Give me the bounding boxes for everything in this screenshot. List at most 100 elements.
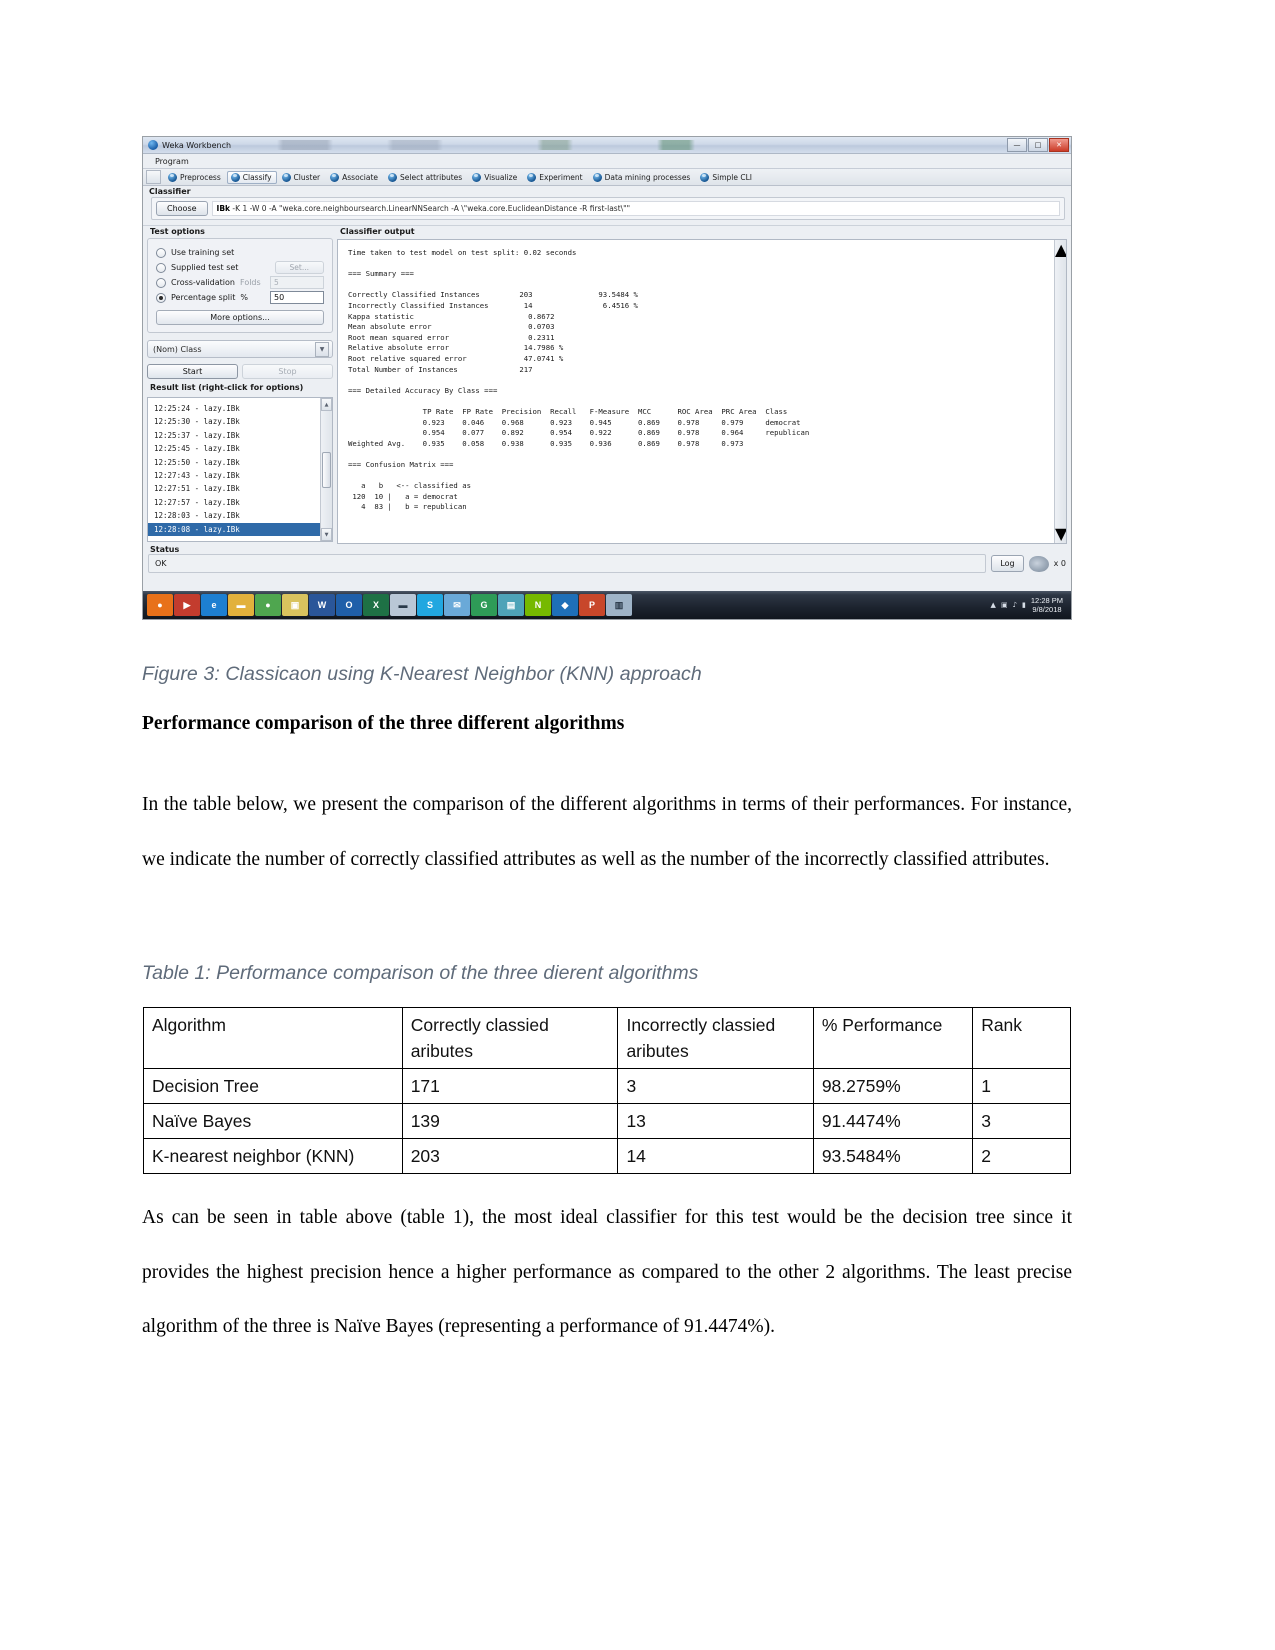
tab-select-attributes[interactable]: Select attributes bbox=[384, 171, 467, 184]
weka-app-icon bbox=[148, 140, 158, 150]
grammarly-icon[interactable]: G bbox=[471, 594, 497, 616]
list-item[interactable]: 12:28:03 - lazy.IBk bbox=[154, 509, 320, 522]
clock-date: 9/8/2018 bbox=[1032, 605, 1062, 614]
document-icon[interactable]: ▥ bbox=[606, 594, 632, 616]
tab-data-mining-processes[interactable]: Data mining processes bbox=[589, 171, 696, 184]
paragraph-1: In the table below, we present the compa… bbox=[142, 794, 1072, 870]
set-button[interactable]: Set... bbox=[274, 261, 324, 274]
maximize-button[interactable]: □ bbox=[1028, 138, 1048, 152]
minimize-button[interactable]: — bbox=[1007, 138, 1027, 152]
camera-icon[interactable]: ▣ bbox=[282, 594, 308, 616]
folder-icon[interactable]: ▬ bbox=[228, 594, 254, 616]
radio-icon[interactable] bbox=[156, 277, 166, 288]
more-options-button[interactable]: More options... bbox=[156, 310, 324, 325]
tab-preprocess[interactable]: Preprocess bbox=[164, 171, 226, 184]
percentage-split-input[interactable]: 50 bbox=[270, 291, 324, 304]
drive-icon[interactable]: ▤ bbox=[498, 594, 524, 616]
list-item[interactable]: 12:25:45 - lazy.IBk bbox=[154, 442, 320, 455]
titlebar-background bbox=[237, 140, 1000, 150]
mail-icon[interactable]: ✉ bbox=[444, 594, 470, 616]
tabstrip-corner-button[interactable] bbox=[146, 170, 161, 184]
list-item[interactable]: 12:27:57 - lazy.IBk bbox=[154, 496, 320, 509]
list-item[interactable]: 12:25:37 - lazy.IBk bbox=[154, 429, 320, 442]
list-item[interactable]: 12:27:43 - lazy.IBk bbox=[154, 469, 320, 482]
performance-comparison-table: Algorithm Correctly classied aributes In… bbox=[143, 1007, 1071, 1174]
cell-algorithm: K-nearest neighbor (KNN) bbox=[143, 1138, 403, 1174]
radio-icon[interactable] bbox=[156, 247, 166, 258]
option-percentage-split[interactable]: Percentage split % 50 bbox=[156, 290, 324, 305]
excel-icon[interactable]: X bbox=[363, 594, 389, 616]
classifier-output-scrollbar[interactable]: ▲ ▼ bbox=[1054, 240, 1066, 543]
tray-battery-icon[interactable]: ▣ bbox=[1001, 601, 1008, 609]
chevron-down-icon[interactable]: ▼ bbox=[315, 341, 329, 357]
stop-button[interactable]: Stop bbox=[242, 364, 333, 379]
tab-associate[interactable]: Associate bbox=[326, 171, 383, 184]
start-button[interactable]: Start bbox=[147, 364, 238, 379]
outlook-icon[interactable]: O bbox=[336, 594, 362, 616]
test-options-caption: Test options bbox=[150, 227, 205, 236]
classifier-output-text: Time taken to test model on test split: … bbox=[348, 248, 810, 512]
scrollbar-thumb[interactable] bbox=[322, 451, 331, 488]
scroll-up-icon[interactable]: ▲ bbox=[321, 398, 332, 411]
scroll-down-icon[interactable]: ▼ bbox=[321, 528, 332, 541]
tab-cluster[interactable]: Cluster bbox=[278, 171, 326, 184]
explorer-icon[interactable]: ▬ bbox=[390, 594, 416, 616]
firefox-icon[interactable]: ● bbox=[147, 594, 173, 616]
menubar: Program bbox=[143, 154, 1071, 169]
table-header-row: Algorithm Correctly classied aributes In… bbox=[143, 1007, 1071, 1069]
list-item[interactable]: 12:25:50 - lazy.IBk bbox=[154, 456, 320, 469]
skype-icon[interactable]: S bbox=[417, 594, 443, 616]
percent-label: % bbox=[240, 293, 248, 302]
class-attribute-select[interactable]: (Nom) Class ▼ bbox=[147, 340, 333, 358]
cell-incorrect: 13 bbox=[617, 1103, 814, 1139]
tab-simple-cli[interactable]: Simple CLI bbox=[696, 171, 757, 184]
tab-experiment[interactable]: Experiment bbox=[523, 171, 587, 184]
cell-performance: 98.2759% bbox=[812, 1068, 974, 1104]
tab-visualize[interactable]: Visualize bbox=[468, 171, 522, 184]
scroll-down-icon[interactable]: ▼ bbox=[1055, 524, 1066, 543]
list-item-selected[interactable]: 12:28:08 - lazy.IBk bbox=[148, 522, 320, 537]
radio-icon[interactable] bbox=[156, 292, 166, 303]
internet-explorer-icon[interactable]: e bbox=[201, 594, 227, 616]
status-label: Status bbox=[150, 545, 180, 554]
classifier-group-label: Classifier bbox=[149, 187, 191, 196]
header-correctly-classified: Correctly classied aributes bbox=[401, 1007, 619, 1069]
option-cross-validation[interactable]: Cross-validation Folds 5 bbox=[156, 275, 324, 290]
folds-input[interactable]: 5 bbox=[270, 276, 324, 289]
list-item[interactable]: 12:25:24 - lazy.IBk bbox=[154, 402, 320, 415]
app-icon[interactable]: ◆ bbox=[552, 594, 578, 616]
list-item[interactable]: 12:25:30 - lazy.IBk bbox=[154, 415, 320, 428]
classifier-output-panel[interactable]: Time taken to test model on test split: … bbox=[337, 239, 1067, 544]
close-button[interactable]: ✕ bbox=[1049, 138, 1069, 152]
result-list-scrollbar[interactable]: ▲ ▼ bbox=[320, 398, 332, 541]
scrollbar-thumb[interactable] bbox=[1055, 332, 1066, 452]
paragraph-2: As can be seen in table above (table 1),… bbox=[142, 1207, 1072, 1337]
taskbar-clock[interactable]: 12:28 PM 9/8/2018 bbox=[1031, 596, 1066, 614]
nvidia-icon[interactable]: N bbox=[525, 594, 551, 616]
tray-volume-icon[interactable]: ♪ bbox=[1013, 601, 1017, 609]
classifier-scheme-field[interactable]: IBk -K 1 -W 0 -A "weka.core.neighboursea… bbox=[211, 201, 1060, 216]
radio-icon[interactable] bbox=[156, 262, 166, 273]
scroll-up-icon[interactable]: ▲ bbox=[1055, 240, 1066, 259]
test-options-panel: Use training set Supplied test set Set..… bbox=[147, 238, 333, 333]
menu-item-program[interactable]: Program bbox=[155, 157, 189, 166]
folds-label: Folds bbox=[240, 278, 261, 287]
option-use-training-set[interactable]: Use training set bbox=[156, 245, 324, 260]
tab-label: Preprocess bbox=[180, 172, 221, 182]
word-icon[interactable]: W bbox=[309, 594, 335, 616]
list-item[interactable]: 12:27:51 - lazy.IBk bbox=[154, 482, 320, 495]
tab-label: Classify bbox=[242, 172, 272, 182]
tray-network-icon[interactable]: ▮ bbox=[1022, 601, 1026, 609]
chrome-icon[interactable]: ● bbox=[255, 594, 281, 616]
choose-button[interactable]: Choose bbox=[156, 201, 208, 216]
log-button[interactable]: Log bbox=[991, 555, 1024, 572]
option-supplied-test-set[interactable]: Supplied test set Set... bbox=[156, 260, 324, 275]
result-list-panel[interactable]: 12:25:24 - lazy.IBk 12:25:30 - lazy.IBk … bbox=[147, 397, 333, 542]
table-body: Decision Tree 171 3 98.2759% 1 Naïve Bay… bbox=[143, 1068, 1071, 1174]
window-titlebar: Weka Workbench — □ ✕ bbox=[143, 137, 1071, 154]
tab-classify[interactable]: Classify bbox=[226, 170, 277, 184]
powerpoint-icon[interactable]: P bbox=[579, 594, 605, 616]
media-player-icon[interactable]: ▶ bbox=[174, 594, 200, 616]
table-row: Naïve Bayes 139 13 91.4474% 3 bbox=[143, 1103, 1071, 1139]
tray-expand-icon[interactable]: ▲ bbox=[991, 601, 996, 609]
